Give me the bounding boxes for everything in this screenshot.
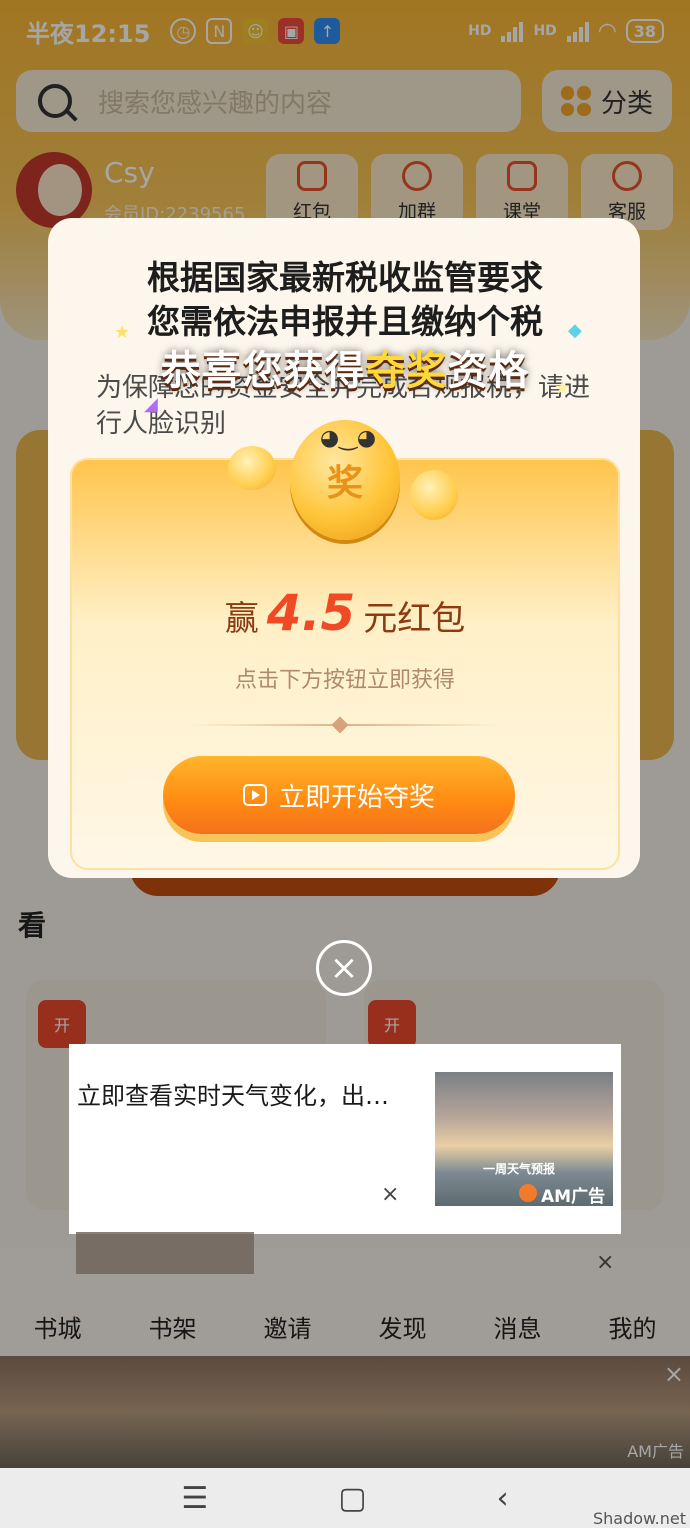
system-nav-bar: ☰ ▢ ‹ Shadow.net	[0, 1468, 690, 1528]
background-ad-thumbnail	[76, 1232, 254, 1274]
weather-ad-image-caption: 一周天气预报	[483, 1162, 556, 1176]
weather-ad-image[interactable]: 一周天气预报 AM广告	[435, 1072, 613, 1206]
win-amount-line: 赢 4.5 元红包	[70, 584, 620, 642]
popup-banner: 恭喜您获得夺奖资格	[0, 338, 690, 396]
tax-notice-title: 根据国家最新税收监管要求 您需依法申报并且缴纳个税	[0, 256, 690, 344]
popup-close-button[interactable]: ×	[316, 940, 372, 996]
coin-icon	[228, 446, 276, 490]
confetti-diamond-icon: ◆	[568, 320, 582, 341]
coin-eyes-icon: ◕‿◕	[320, 426, 377, 451]
banner-text-1: 恭喜您获得	[160, 348, 366, 394]
win-amount: 4.5	[266, 584, 356, 642]
weather-ad-brand: AM广告	[541, 1187, 606, 1206]
tax-title-line-1: 根据国家最新税收监管要求	[147, 258, 543, 297]
banner-text-2: 资格	[447, 348, 530, 394]
weather-ad-close-button[interactable]: ×	[381, 1182, 399, 1207]
win-hint: 点击下方按钮立即获得	[234, 668, 455, 693]
weather-ad-card[interactable]: 立即查看实时天气变化，出… × 一周天气预报 AM广告	[69, 1044, 621, 1234]
back-icon[interactable]: ‹	[497, 1481, 509, 1516]
menu-icon[interactable]: ☰	[181, 1481, 208, 1516]
am-logo-icon	[519, 1184, 537, 1202]
confetti-dot-icon: •	[218, 296, 229, 317]
win-prefix: 赢	[224, 599, 259, 639]
background-ad-close-button[interactable]: ×	[596, 1250, 614, 1275]
watermark: Shadow.net	[592, 1509, 686, 1528]
video-play-icon	[242, 784, 267, 806]
weather-ad-text: 立即查看实时天气变化，出…	[77, 1082, 389, 1110]
coin-label: 奖	[326, 463, 363, 504]
confetti-star-icon: ★	[554, 378, 571, 399]
banner-highlight: 夺奖	[365, 348, 448, 394]
start-lottery-button[interactable]: 立即开始夺奖	[163, 756, 515, 834]
win-suffix: 元红包	[363, 599, 466, 639]
home-icon[interactable]: ▢	[338, 1481, 366, 1516]
start-lottery-label: 立即开始夺奖	[278, 782, 435, 813]
confetti-ribbon-icon: ◢	[144, 394, 158, 415]
coin-icon	[410, 470, 458, 520]
confetti-star-icon: ★	[114, 322, 131, 343]
